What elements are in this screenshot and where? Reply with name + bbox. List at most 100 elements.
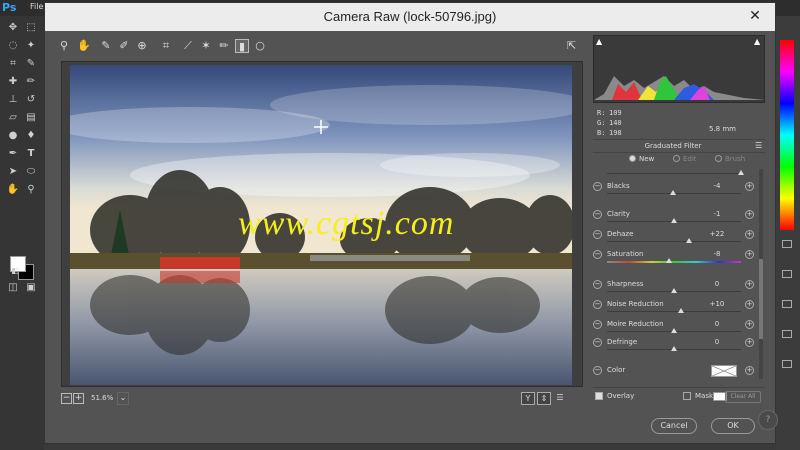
crop-tool-icon[interactable]: ⌗ [6, 58, 20, 69]
panel-icon[interactable] [782, 330, 792, 338]
history-brush-tool-icon[interactable]: ↺ [24, 94, 38, 105]
color-sampler-icon[interactable]: ✐ [117, 39, 131, 53]
zoom-tool-icon[interactable]: ⚲ [24, 184, 38, 195]
mask-checkbox[interactable] [683, 392, 691, 400]
slider-thumb[interactable] [671, 288, 677, 293]
close-icon[interactable]: ✕ [747, 8, 763, 24]
panel-icon[interactable] [782, 300, 792, 308]
marquee-tool-icon[interactable]: ⬚ [24, 22, 38, 33]
panel-icon[interactable] [782, 270, 792, 278]
toggle-before-after-button[interactable]: Y [521, 392, 535, 405]
shape-tool-icon[interactable]: ⬭ [24, 166, 38, 177]
slider-value[interactable]: 0 [703, 280, 731, 288]
color-swatch[interactable] [711, 365, 737, 377]
path-selection-tool-icon[interactable]: ➤ [6, 166, 20, 177]
slider-thumb[interactable] [665, 258, 672, 263]
hand-tool-icon[interactable]: ✋ [6, 184, 20, 195]
lasso-tool-icon[interactable]: ◌ [6, 40, 20, 51]
plus-icon[interactable]: + [745, 338, 754, 347]
plus-icon[interactable]: + [745, 300, 754, 309]
slider-thumb[interactable] [738, 170, 744, 175]
zoom-in-button[interactable]: + [73, 393, 84, 404]
move-tool-icon[interactable]: ✥ [6, 22, 20, 33]
zoom-dropdown-chevron-icon[interactable]: ⌄ [117, 392, 129, 405]
panel-scrollbar[interactable] [759, 169, 763, 379]
slider-value[interactable]: +10 [703, 300, 731, 308]
minus-icon[interactable]: − [593, 320, 602, 329]
white-balance-icon[interactable]: ✎ [99, 39, 113, 53]
targeted-adjustment-icon[interactable]: ⊕ [135, 39, 149, 53]
shadow-clipping-icon[interactable]: ▲ [596, 37, 605, 46]
minus-icon[interactable]: − [593, 230, 602, 239]
gradient-tool-icon[interactable]: ▤ [24, 112, 38, 123]
plus-icon[interactable]: + [745, 182, 754, 191]
eraser-tool-icon[interactable]: ▱ [6, 112, 20, 123]
spot-removal-icon[interactable]: ✶ [199, 39, 213, 53]
pen-tool-icon[interactable]: ✒ [6, 148, 20, 159]
stamp-tool-icon[interactable]: ⊥ [6, 94, 20, 105]
mode-new[interactable]: New [629, 155, 654, 163]
overlay-checkbox[interactable] [595, 392, 603, 400]
minus-icon[interactable]: − [593, 338, 602, 347]
slider-value[interactable]: +22 [703, 230, 731, 238]
highlight-clipping-icon[interactable]: ▲ [754, 37, 763, 46]
slider-thumb[interactable] [669, 190, 676, 195]
plus-icon[interactable]: + [745, 366, 754, 375]
slider-thumb[interactable] [677, 308, 684, 313]
slider-track[interactable] [607, 241, 741, 242]
plus-icon[interactable]: + [745, 280, 754, 289]
slider-value[interactable]: -1 [703, 210, 731, 218]
brush-tool-icon[interactable]: ✏ [24, 76, 38, 87]
zoom-out-button[interactable]: − [61, 393, 72, 404]
minus-icon[interactable]: − [593, 280, 602, 289]
mode-edit[interactable]: Edit [673, 155, 697, 163]
eyedropper-tool-icon[interactable]: ✎ [24, 58, 38, 69]
blur-tool-icon[interactable]: ● [6, 130, 20, 141]
minus-icon[interactable]: − [593, 182, 602, 191]
scrollbar-thumb[interactable] [759, 259, 763, 339]
hand-icon[interactable]: ✋ [77, 39, 91, 53]
color-spectrum-bar[interactable] [780, 40, 794, 230]
slider-track[interactable] [607, 261, 741, 263]
panel-icon[interactable] [782, 240, 792, 248]
minus-icon[interactable]: − [593, 250, 602, 259]
panel-menu-icon[interactable]: ☰ [755, 141, 762, 150]
graduated-filter-icon[interactable]: ▮ [235, 39, 249, 53]
settings-toggle-icon[interactable]: ☰ [553, 392, 567, 405]
plus-icon[interactable]: + [745, 230, 754, 239]
slider-thumb[interactable] [671, 346, 677, 351]
healing-tool-icon[interactable]: ✚ [6, 76, 20, 87]
ok-button[interactable]: OK [711, 418, 755, 434]
plus-icon[interactable]: + [745, 320, 754, 329]
plus-icon[interactable]: + [745, 210, 754, 219]
slider-value[interactable]: -8 [703, 250, 731, 258]
slider-thumb[interactable] [685, 238, 692, 243]
mode-brush[interactable]: Brush [715, 155, 745, 163]
minus-icon[interactable]: − [593, 366, 602, 375]
image-preview[interactable]: www.cgtsj.com [70, 65, 572, 385]
dodge-tool-icon[interactable]: ♦ [24, 130, 38, 141]
open-preferences-icon[interactable]: ⇱ [567, 39, 581, 53]
quick-mask-icon[interactable]: ◫ [6, 282, 20, 293]
minus-icon[interactable]: − [593, 210, 602, 219]
panel-icon[interactable] [782, 360, 792, 368]
swap-before-after-button[interactable]: ⇕ [537, 392, 551, 405]
slider-thumb[interactable] [671, 218, 677, 223]
crop-icon[interactable]: ⌗ [159, 39, 173, 53]
plus-icon[interactable]: + [745, 250, 754, 259]
magic-wand-tool-icon[interactable]: ✦ [24, 40, 38, 51]
cancel-button[interactable]: Cancel [651, 418, 697, 434]
slider-value[interactable]: 0 [703, 338, 731, 346]
clear-all-button[interactable]: Clear All [725, 391, 761, 403]
screen-mode-icon[interactable]: ▣ [24, 282, 38, 293]
zoom-icon[interactable]: ⚲ [57, 39, 71, 53]
slider-value[interactable]: -4 [703, 182, 731, 190]
menu-file[interactable]: File [30, 2, 43, 11]
default-colors-icon[interactable]: ◧ [8, 266, 22, 275]
slider-thumb[interactable] [671, 328, 677, 333]
straighten-icon[interactable]: ⟋ [181, 39, 195, 53]
slider-track[interactable] [607, 173, 741, 174]
adjustment-brush-icon[interactable]: ✏ [217, 39, 231, 53]
minus-icon[interactable]: − [593, 300, 602, 309]
slider-track[interactable] [607, 311, 741, 312]
